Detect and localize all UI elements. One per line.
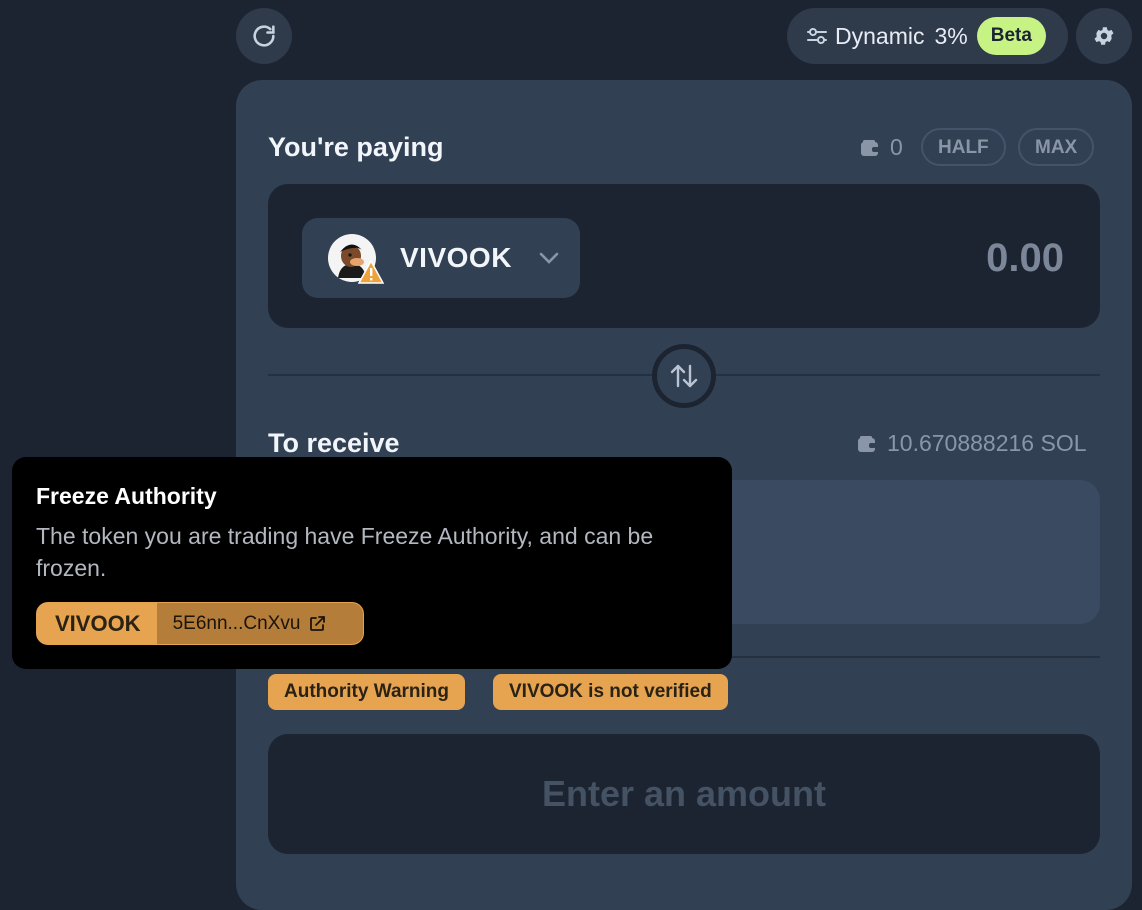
sliders-icon: [807, 28, 827, 44]
beta-badge: Beta: [976, 17, 1046, 55]
settings-button[interactable]: [1076, 8, 1132, 64]
tooltip-token-symbol: VIVOOK: [55, 610, 141, 636]
authority-warning-badge[interactable]: Authority Warning: [268, 674, 465, 710]
chevron-down-icon: [539, 252, 559, 264]
swap-arrows-icon: [670, 364, 698, 388]
receive-balance-value: 10.670888216 SOL: [887, 430, 1087, 456]
token-address: 5E6nn...CnXvu: [172, 612, 301, 634]
switch-direction-button[interactable]: [652, 344, 716, 408]
enter-amount-button[interactable]: Enter an amount: [268, 734, 1100, 854]
gear-icon: [1094, 27, 1114, 45]
refresh-button[interactable]: [236, 8, 292, 64]
slippage-mode: Dynamic: [835, 22, 925, 49]
external-link-icon: [310, 615, 326, 631]
tooltip-title: Freeze Authority: [36, 483, 217, 509]
receive-title: To receive: [268, 428, 400, 458]
wallet-icon: [858, 435, 876, 452]
max-button[interactable]: MAX: [1018, 128, 1095, 166]
half-button[interactable]: HALF: [921, 128, 1006, 166]
pay-token-symbol: VIVOOK: [400, 242, 512, 273]
not-verified-badge[interactable]: VIVOOK is not verified: [493, 674, 728, 710]
paying-balance: 0: [860, 134, 903, 161]
paying-title: You're paying: [268, 132, 444, 162]
token-address-link[interactable]: 5E6nn...CnXvu: [156, 603, 363, 644]
pay-token-selector[interactable]: VIVOOK: [302, 218, 580, 298]
receive-balance: 10.670888216 SOL: [857, 430, 1087, 457]
tooltip-body: The token you are trading have Freeze Au…: [36, 523, 654, 581]
slippage-settings-button[interactable]: Dynamic 3% Beta: [787, 8, 1068, 64]
paying-balance-value: 0: [890, 134, 903, 160]
pay-amount-input[interactable]: 0.00: [986, 236, 1064, 281]
warning-icon: [358, 260, 384, 284]
wallet-icon: [861, 139, 879, 156]
slippage-value: 3%: [934, 22, 968, 49]
token-address-chip[interactable]: VIVOOK 5E6nn...CnXvu: [36, 602, 364, 645]
refresh-icon: [253, 25, 275, 47]
token-logo: [328, 234, 384, 284]
